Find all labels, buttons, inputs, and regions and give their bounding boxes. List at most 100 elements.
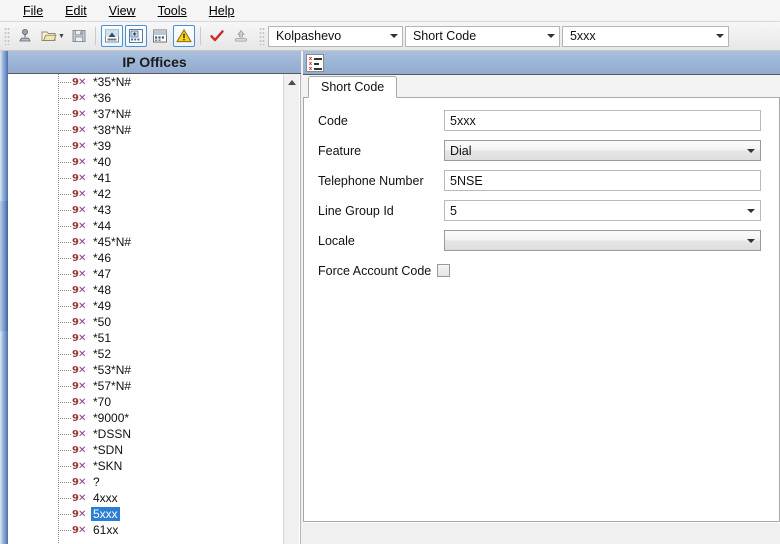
force-account-code-checkbox[interactable] — [437, 264, 451, 277]
tree-item-label: 61xx — [93, 523, 119, 537]
short-code-icon: 9 ✕ — [72, 268, 87, 280]
tree-item[interactable]: 9 ✕ *70 — [8, 394, 284, 410]
system-select[interactable]: Kolpashevo — [267, 25, 403, 47]
tree-item[interactable]: 9 ✕ *41 — [8, 170, 284, 186]
locale-select[interactable] — [444, 230, 761, 251]
tree-item[interactable]: 9 ✕ *36 — [8, 90, 284, 106]
menu-view[interactable]: View — [98, 2, 147, 20]
record-entry-select[interactable]: 5xxx — [561, 25, 729, 47]
tree-branch-line — [58, 242, 71, 243]
tree-item[interactable]: 9 ✕ *37*N# — [8, 106, 284, 122]
tree-item[interactable]: 9 ✕ 4xxx — [8, 490, 284, 506]
tree-branch-line — [58, 402, 71, 403]
tree-branch-line — [58, 178, 71, 179]
telephone-number-input[interactable]: 5NSE — [444, 170, 761, 191]
feature-select[interactable]: Dial — [444, 140, 761, 161]
receive-config-icon[interactable] — [100, 25, 123, 47]
tree-item[interactable]: 9 ✕ *51 — [8, 330, 284, 346]
record-entry-chevron-down-icon[interactable] — [712, 34, 728, 38]
line-group-id-label: Line Group Id — [318, 203, 394, 218]
short-code-icon: 9 ✕ — [72, 108, 87, 120]
tree-item[interactable]: 9 ✕ *42 — [8, 186, 284, 202]
save-icon[interactable] — [68, 25, 90, 47]
tree-item-label: *43 — [93, 203, 112, 217]
tree-item[interactable]: 9 ✕ *44 — [8, 218, 284, 234]
code-input[interactable]: 5xxx — [444, 110, 761, 131]
tab-short-code[interactable]: Short Code — [308, 76, 398, 98]
tree-item[interactable]: 9 ✕ *SKN — [8, 458, 284, 474]
tree-item-label: *53*N# — [93, 363, 132, 377]
menu-edit[interactable]: Edit — [54, 2, 98, 20]
short-code-icon: 9 ✕ — [72, 508, 87, 520]
tree-item[interactable]: 9 ✕ *57*N# — [8, 378, 284, 394]
tree-item-label: ? — [93, 475, 100, 489]
tree-item[interactable]: 9 ✕ 5xxx — [8, 506, 284, 522]
scrollbar-up-arrow-icon[interactable] — [284, 74, 300, 90]
menu-file[interactable]: File — [12, 2, 54, 20]
short-code-icon: 9 ✕ — [72, 428, 87, 440]
short-code-icon: 9 ✕ — [72, 124, 87, 136]
short-code-icon: 9 ✕ — [72, 364, 87, 376]
tree-item[interactable]: 9 ✕ *SDN — [8, 442, 284, 458]
locale-chevron-down-icon[interactable] — [742, 238, 760, 243]
tree-item[interactable]: 9 ✕ *47 — [8, 266, 284, 282]
tree-item[interactable]: 9 ✕ *48 — [8, 282, 284, 298]
short-code-icon: 9 ✕ — [72, 300, 87, 312]
receive-config-glyph — [104, 29, 119, 43]
toolbar-grip-2[interactable] — [258, 27, 265, 45]
list-view-icon[interactable] — [149, 25, 171, 47]
tree-item[interactable]: 9 ✕ *43 — [8, 202, 284, 218]
tree-item[interactable]: 9 ✕ *40 — [8, 154, 284, 170]
tree-item[interactable]: 9 ✕ 61xx — [8, 522, 284, 538]
line-group-id-chevron-down-icon[interactable] — [742, 208, 760, 213]
tree-item[interactable]: 9 ✕ *9000* — [8, 410, 284, 426]
field-row-locale: Locale — [318, 230, 761, 251]
short-code-icon: 9 ✕ — [72, 92, 87, 104]
tree-item-label: *39 — [93, 139, 112, 153]
toolbar-separator-1 — [94, 27, 96, 45]
error-warning-icon[interactable] — [172, 25, 195, 47]
feature-chevron-down-icon[interactable] — [742, 148, 760, 153]
tree-item-label: *49 — [93, 299, 112, 313]
short-code-icon: 9 ✕ — [72, 444, 87, 456]
line-group-id-select[interactable]: 5 — [444, 200, 761, 221]
add-entry-icon[interactable] — [124, 25, 147, 47]
tree-item[interactable]: 9 ✕ *38*N# — [8, 122, 284, 138]
tree-item[interactable]: 9 ✕ *35*N# — [8, 74, 284, 90]
field-row-force-account-code: Force Account Code — [318, 260, 761, 281]
tree-item[interactable]: 9 ✕? — [8, 474, 284, 490]
record-type-chevron-down-icon[interactable] — [543, 34, 559, 38]
tree-item[interactable]: 9 ✕ *53*N# — [8, 362, 284, 378]
tree-branch-line — [58, 226, 71, 227]
system-select-value: Kolpashevo — [275, 29, 342, 43]
tree-item[interactable]: 9 ✕ *39 — [8, 138, 284, 154]
tree-item[interactable]: 9 ✕ *49 — [8, 298, 284, 314]
tree-item[interactable]: 9 ✕ *46 — [8, 250, 284, 266]
tree-branch-line — [58, 114, 71, 115]
menu-file-label: File — [23, 3, 44, 18]
tree-item[interactable]: 9 ✕ *45*N# — [8, 234, 284, 250]
validate-icon[interactable] — [206, 25, 228, 47]
tree-item[interactable]: 9 ✕ *DSSN — [8, 426, 284, 442]
tree-items-container: 9 ✕ *35*N# 9 ✕ *36 9 ✕ *37*N# 9 ✕ *38*N# 9 ✕ *39 9 ✕ *40 9… — [8, 74, 284, 544]
form-tabstrip: Short Code — [303, 75, 780, 98]
tree-branch-line — [58, 322, 71, 323]
navigation-accent-segment — [0, 201, 8, 331]
tree-item-label: *SDN — [93, 443, 124, 457]
short-code-icon: 9 ✕ — [72, 524, 87, 536]
short-code-icon: 9 ✕ — [72, 284, 87, 296]
connect-icon[interactable] — [14, 25, 36, 47]
list-view-glyph — [152, 29, 167, 43]
menu-tools[interactable]: Tools — [147, 2, 198, 20]
record-type-select[interactable]: Short Code — [404, 25, 560, 47]
tree-branch-line — [58, 98, 71, 99]
tree-vertical-scrollbar[interactable] — [283, 74, 299, 544]
send-config-icon[interactable] — [230, 25, 252, 47]
menu-help[interactable]: Help — [198, 2, 246, 20]
system-select-chevron-down-icon[interactable] — [386, 34, 402, 38]
open-folder-icon[interactable] — [38, 25, 60, 47]
toolbar-grip[interactable] — [4, 27, 10, 45]
tree-item[interactable]: 9 ✕ *50 — [8, 314, 284, 330]
menu-help-label: Help — [208, 3, 235, 18]
tree-item[interactable]: 9 ✕ *52 — [8, 346, 284, 362]
